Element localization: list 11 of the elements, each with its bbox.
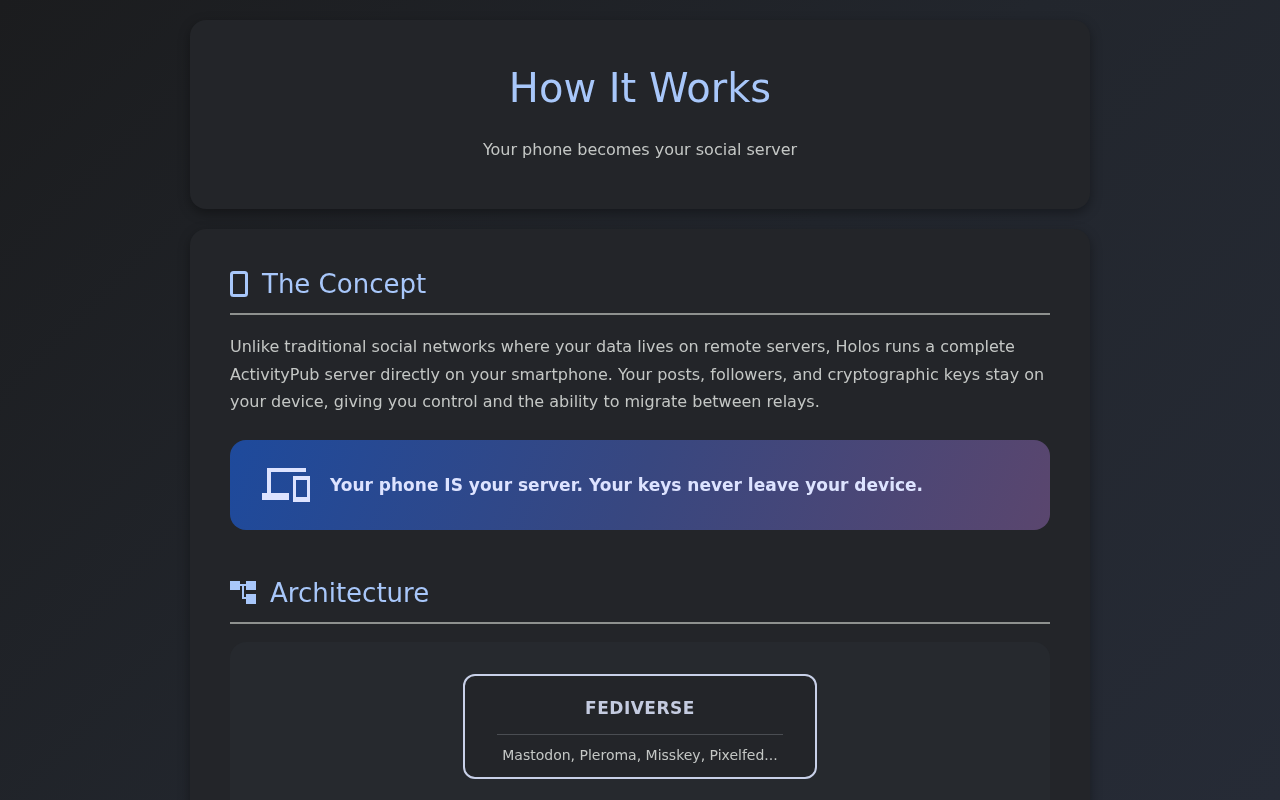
devices-icon [262, 467, 310, 502]
page-subtitle: Your phone becomes your social server [481, 140, 799, 159]
node-title: FEDIVERSE [497, 697, 783, 735]
node-description: Mastodon, Pleroma, Misskey, Pixelfed... [501, 746, 779, 763]
concept-paragraph: Unlike traditional social networks where your data lives on remote servers, Holos runs a complete ActivityPub server directly on your smartphone. Your posts, followers, and cryptographic keys stay on your device, giving you control and the ability to migrate between relays. [230, 336, 1046, 413]
section-heading: Architecture [270, 577, 430, 608]
section-heading: The Concept [262, 269, 427, 299]
page-title: How It Works [507, 64, 773, 112]
hierarchy-icon [230, 580, 256, 605]
phone-icon [230, 271, 248, 297]
callout-text: Your phone IS your server. Your keys never leave your device. [330, 474, 924, 495]
